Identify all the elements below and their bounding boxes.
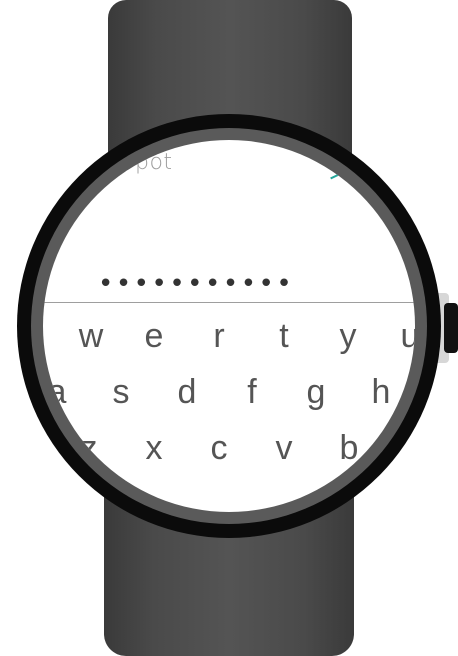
key-v[interactable]: v xyxy=(262,428,306,468)
key-a[interactable]: a xyxy=(43,372,79,412)
key-z[interactable]: z xyxy=(67,428,111,468)
key-h[interactable]: h xyxy=(359,372,403,412)
key-r[interactable]: r xyxy=(197,316,241,356)
key-c[interactable]: c xyxy=(197,428,241,468)
key-f[interactable]: f xyxy=(230,372,274,412)
key-b[interactable]: b xyxy=(327,428,371,468)
key-x[interactable]: x xyxy=(132,428,176,468)
key-s[interactable]: s xyxy=(99,372,143,412)
key-g[interactable]: g xyxy=(294,372,338,412)
watch-crown-button[interactable] xyxy=(444,303,458,353)
key-w[interactable]: w xyxy=(69,316,113,356)
key-e[interactable]: e xyxy=(132,316,176,356)
input-prompt-label: pot xyxy=(135,150,173,175)
key-t[interactable]: t xyxy=(262,316,306,356)
watch-screen: pot ••••••••••• w e r t y u a s d f g h … xyxy=(43,140,415,512)
password-field[interactable]: ••••••••••• xyxy=(98,271,294,297)
key-y[interactable]: y xyxy=(326,316,370,356)
password-field-underline xyxy=(43,302,415,303)
key-d[interactable]: d xyxy=(165,372,209,412)
key-u[interactable]: u xyxy=(388,316,415,356)
